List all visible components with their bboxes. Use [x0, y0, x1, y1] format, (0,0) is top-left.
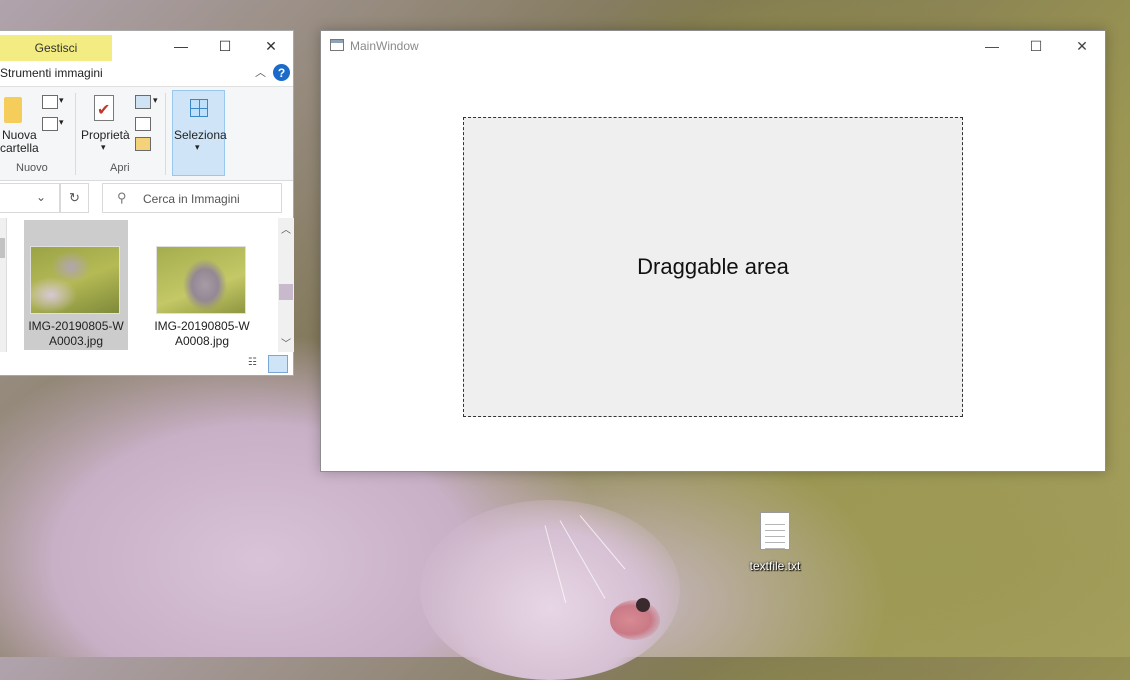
minimize-icon[interactable]: —: [158, 31, 204, 61]
folder-icon[interactable]: [4, 97, 22, 123]
close-icon[interactable]: ✕: [1059, 31, 1105, 61]
app-icon: [330, 39, 344, 51]
chevron-up-icon[interactable]: ︿: [278, 220, 294, 236]
new-item-icon[interactable]: [42, 117, 58, 131]
draggable-area[interactable]: Draggable area: [463, 117, 963, 417]
help-icon[interactable]: ?: [273, 64, 290, 81]
select-grid-icon: [190, 99, 208, 117]
open-image-icon[interactable]: [135, 95, 151, 109]
search-icon: ⚲: [117, 190, 127, 205]
large-icons-view-icon[interactable]: [268, 355, 288, 373]
chevron-down-icon[interactable]: ⌄: [36, 190, 46, 204]
file-name: IMG-20190805-W A0008.jpg: [154, 319, 250, 348]
image-thumbnail: [156, 246, 246, 314]
horizontal-partial-item: [0, 218, 7, 352]
select-button[interactable]: Seleziona ▾: [172, 90, 227, 176]
maximize-icon[interactable]: ☐: [1013, 31, 1059, 61]
scroll-thumb[interactable]: [279, 284, 293, 300]
wallpaper-cat-nose: [610, 600, 660, 640]
edit-icon[interactable]: [135, 117, 151, 131]
file-explorer-window: Gestisci — ☐ ✕ Strumenti immagini ︿ ? Nu…: [0, 30, 294, 376]
chevron-down-icon[interactable]: ▾: [101, 141, 106, 154]
new-folder-label-line2[interactable]: cartella: [0, 142, 39, 155]
chevron-down-icon[interactable]: ﹀: [278, 334, 294, 350]
chevron-down-icon[interactable]: ▾: [59, 116, 64, 129]
draggable-area-label: Draggable area: [637, 254, 789, 279]
ribbon-divider: [75, 93, 76, 175]
chevron-down-icon: ▾: [195, 142, 200, 152]
close-icon[interactable]: ✕: [248, 31, 294, 61]
select-label: Seleziona: [174, 128, 227, 142]
file-tile[interactable]: IMG-20190805-W A0003.jpg: [24, 220, 128, 350]
window-title: MainWindow: [350, 39, 419, 53]
wallpaper-cat-eye: [636, 598, 650, 612]
copy-path-icon[interactable]: [42, 95, 58, 109]
explorer-titlebar[interactable]: Gestisci — ☐ ✕: [0, 31, 293, 61]
file-list: IMG-20190805-W A0003.jpg IMG-20190805-W A0…: [0, 218, 278, 352]
wallpaper-cat-face: [420, 500, 680, 680]
vertical-scrollbar[interactable]: ︿ ﹀: [278, 218, 294, 352]
refresh-icon[interactable]: ↻: [60, 183, 89, 213]
details-view-icon[interactable]: ☷: [248, 357, 264, 371]
minimize-icon[interactable]: —: [969, 31, 1015, 61]
ribbon: Nuova cartella ▾ ▾ Nuovo ✔ Proprietà ▾ ▾…: [0, 86, 293, 181]
text-file-icon: [760, 512, 790, 550]
group-label-nuovo: Nuovo: [16, 162, 48, 174]
maximize-icon[interactable]: ☐: [202, 31, 248, 61]
main-window: MainWindow — ☐ ✕ Draggable area: [320, 30, 1106, 472]
desktop-file-label: textfile.txt: [749, 559, 801, 573]
checkmark-icon: ✔: [97, 102, 111, 119]
tab-strumenti-immagini[interactable]: Strumenti immagini: [0, 66, 103, 80]
group-label-apri: Apri: [110, 162, 130, 174]
status-bar: ☷: [0, 353, 293, 375]
chevron-down-icon[interactable]: ▾: [59, 94, 64, 107]
search-input[interactable]: ⚲ Cerca in Immagini: [102, 183, 282, 213]
search-placeholder: Cerca in Immagini: [143, 192, 240, 206]
address-bar[interactable]: ⌄: [0, 183, 60, 213]
address-bar-row: ⌄ ↻ ⚲ Cerca in Immagini: [0, 183, 293, 215]
chevron-up-icon[interactable]: ︿: [255, 64, 269, 79]
image-thumbnail: [30, 246, 120, 314]
file-name: IMG-20190805-W A0003.jpg: [28, 319, 124, 348]
file-tile[interactable]: IMG-20190805-W A0008.jpg: [150, 220, 254, 350]
history-icon[interactable]: [135, 137, 151, 151]
ribbon-divider: [165, 93, 166, 175]
desktop-file-icon[interactable]: textfile.txt: [740, 508, 810, 578]
main-window-titlebar[interactable]: MainWindow — ☐ ✕: [321, 31, 1105, 61]
scroll-thumb[interactable]: [0, 238, 5, 258]
ribbon-tab-row: Strumenti immagini ︿ ?: [0, 61, 293, 85]
tab-gestisci[interactable]: Gestisci: [0, 35, 112, 61]
chevron-down-icon[interactable]: ▾: [153, 94, 158, 107]
